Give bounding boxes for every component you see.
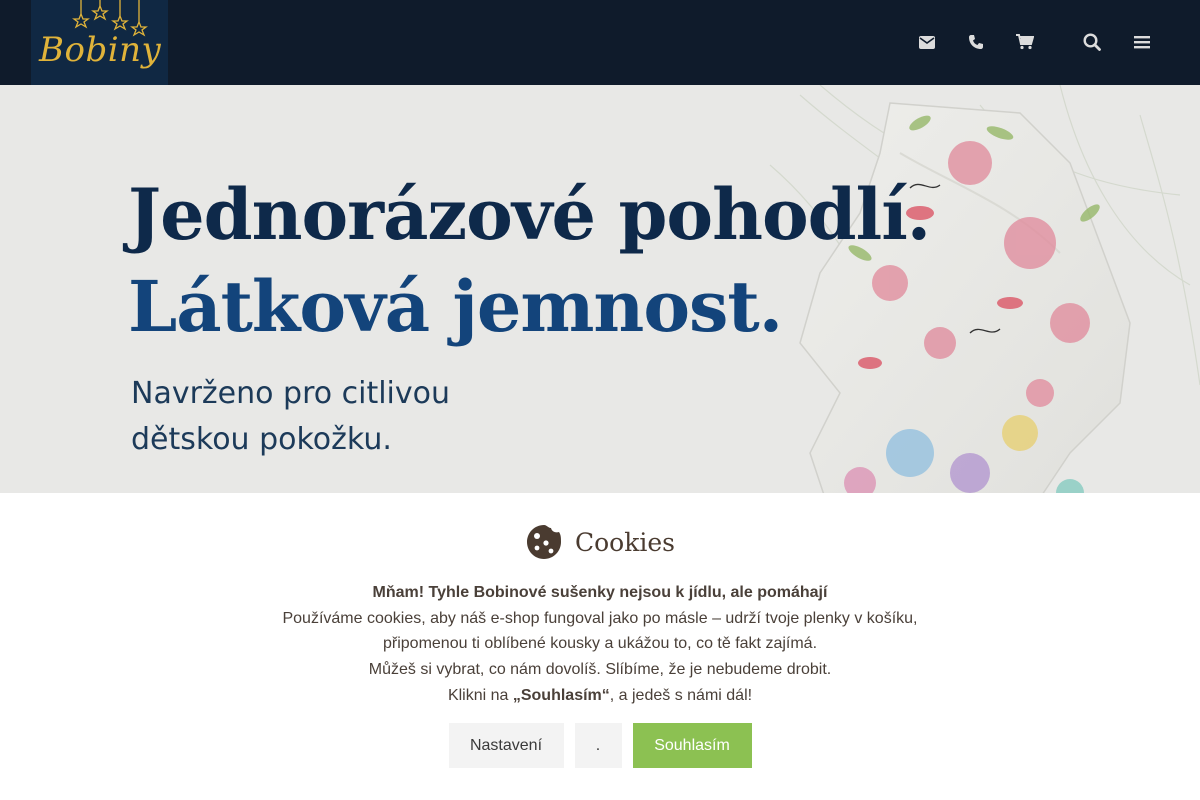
- cookie-line-2: Používáme cookies, aby náš e-shop fungov…: [282, 609, 918, 627]
- cookie-header: Cookies: [0, 523, 1200, 561]
- cart-icon[interactable]: [1010, 27, 1040, 57]
- cookie-dot-button[interactable]: .: [574, 723, 622, 768]
- cookie-line5-suffix: , a jedeš s námi dál!: [609, 686, 753, 704]
- cookie-line-1: Mňam! Tyhle Bobinové sušenky nejsou k jí…: [0, 580, 1200, 606]
- cookie-line5-bold: „Souhlasím“: [512, 686, 610, 704]
- phone-icon[interactable]: [961, 27, 991, 57]
- site-header: Bobiny: [0, 0, 1200, 85]
- cookie-consent-panel: Cookies Mňam! Tyhle Bobinové sušenky nej…: [0, 493, 1200, 800]
- cookie-line-5: Klikni na „Souhlasím“, a jedeš s námi dá…: [0, 683, 1200, 709]
- envelope-icon[interactable]: [912, 27, 942, 57]
- cookie-line-3: připomenou ti oblíbené kousky a ukážou t…: [382, 635, 818, 653]
- cookie-line1-bold: Mňam! Tyhle Bobinové sušenky nejsou k jí…: [372, 584, 828, 601]
- cookie-icon: [527, 525, 561, 559]
- cookie-settings-button[interactable]: Nastavení: [448, 723, 564, 768]
- cookie-accept-button[interactable]: Souhlasím: [632, 723, 752, 768]
- search-icon[interactable]: [1077, 27, 1107, 57]
- cookie-title: Cookies: [575, 527, 675, 557]
- menu-icon[interactable]: [1127, 27, 1157, 57]
- site-logo[interactable]: Bobiny: [31, 0, 168, 85]
- logo-text: Bobiny: [39, 30, 162, 70]
- cookie-text: Mňam! Tyhle Bobinové sušenky nejsou k jí…: [0, 580, 1200, 709]
- cookie-line5-prefix: Klikni na: [447, 686, 513, 704]
- cookie-buttons: Nastavení . Souhlasím: [0, 723, 1200, 768]
- cookie-line-4: Můžeš si vybrat, co nám dovolíš. Slíbíme…: [368, 661, 832, 679]
